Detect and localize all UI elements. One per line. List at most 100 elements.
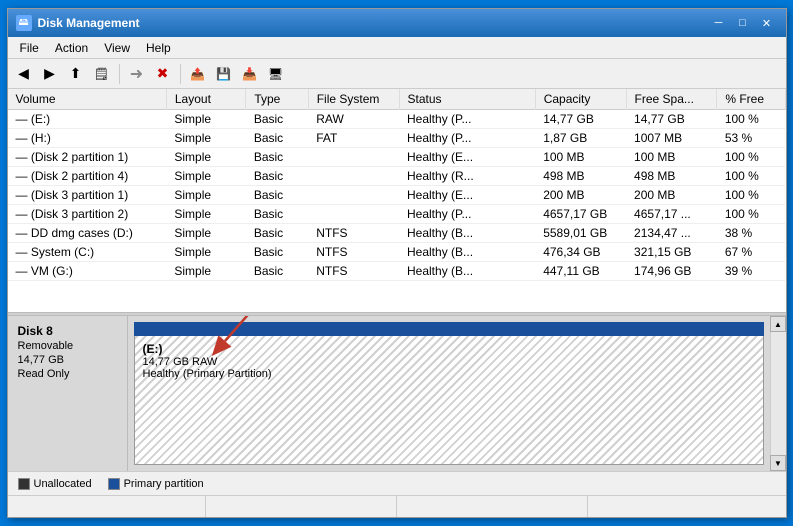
col-header-capacity[interactable]: Capacity <box>535 89 626 110</box>
menu-view[interactable]: View <box>96 39 138 57</box>
cell-layout: Simple <box>166 167 245 186</box>
legend-unallocated-label: Unallocated <box>34 478 92 490</box>
table-row[interactable]: — (H:) Simple Basic FAT Healthy (P... 1,… <box>8 129 786 148</box>
properties-button[interactable]: 🗒 <box>90 62 114 86</box>
cell-capacity: 4657,17 GB <box>535 205 626 224</box>
table-row[interactable]: — (Disk 2 partition 4) Simple Basic Heal… <box>8 167 786 186</box>
table-row[interactable]: — System (C:) Simple Basic NTFS Healthy … <box>8 243 786 262</box>
table-header-row: Volume Layout Type File System Status Ca… <box>8 89 786 110</box>
cell-layout: Simple <box>166 186 245 205</box>
cell-status: Healthy (B... <box>399 224 535 243</box>
export-button[interactable]: 📤 <box>186 62 210 86</box>
main-window: 🖴 Disk Management ─ □ ✕ File Action View… <box>7 8 787 518</box>
volume-table-body: — (E:) Simple Basic RAW Healthy (P... 14… <box>8 110 786 281</box>
col-header-type[interactable]: Type <box>246 89 308 110</box>
cell-free: 4657,17 ... <box>626 205 717 224</box>
partition-body[interactable]: (E:) 14,77 GB RAW Healthy (Primary Parti… <box>134 336 764 465</box>
menu-action[interactable]: Action <box>47 39 96 57</box>
table-row[interactable]: — DD dmg cases (D:) Simple Basic NTFS He… <box>8 224 786 243</box>
cell-status: Healthy (R... <box>399 167 535 186</box>
cell-free: 2134,47 ... <box>626 224 717 243</box>
arrow-button[interactable]: ➜ <box>125 62 149 86</box>
cell-capacity: 1,87 GB <box>535 129 626 148</box>
disk-visual-area: (E:) 14,77 GB RAW Healthy (Primary Parti… <box>128 316 770 471</box>
delete-button[interactable]: ✖ <box>151 62 175 86</box>
col-header-layout[interactable]: Layout <box>166 89 245 110</box>
cell-layout: Simple <box>166 224 245 243</box>
up-button[interactable]: ⬆ <box>64 62 88 86</box>
cell-status: Healthy (E... <box>399 186 535 205</box>
cell-pct: 100 % <box>717 205 785 224</box>
cell-status: Healthy (E... <box>399 148 535 167</box>
cell-capacity: 14,77 GB <box>535 110 626 129</box>
disk-size: 14,77 GB <box>18 354 117 366</box>
maximize-button[interactable]: □ <box>732 14 754 32</box>
status-seg-3 <box>397 496 588 517</box>
cell-fs: NTFS <box>308 243 399 262</box>
table-row[interactable]: — VM (G:) Simple Basic NTFS Healthy (B..… <box>8 262 786 281</box>
cell-type: Basic <box>246 262 308 281</box>
extra-button[interactable]: 📥 <box>238 62 262 86</box>
col-header-free[interactable]: Free Spa... <box>626 89 717 110</box>
table-row[interactable]: — (E:) Simple Basic RAW Healthy (P... 14… <box>8 110 786 129</box>
cell-status: Healthy (P... <box>399 110 535 129</box>
col-header-volume[interactable]: Volume <box>8 89 167 110</box>
scroll-down-arrow[interactable]: ▼ <box>770 455 786 471</box>
minimize-button[interactable]: ─ <box>708 14 730 32</box>
disk-type: Removable <box>18 340 117 352</box>
table-row[interactable]: — (Disk 3 partition 1) Simple Basic Heal… <box>8 186 786 205</box>
cell-type: Basic <box>246 186 308 205</box>
menu-bar: File Action View Help <box>8 37 786 59</box>
vertical-scrollbar[interactable]: ▲ ▼ <box>770 316 786 471</box>
forward-button[interactable]: ▶ <box>38 62 62 86</box>
cell-fs <box>308 167 399 186</box>
col-header-pct[interactable]: % Free <box>717 89 785 110</box>
cell-pct: 67 % <box>717 243 785 262</box>
scroll-track[interactable] <box>771 332 786 455</box>
cell-type: Basic <box>246 148 308 167</box>
title-bar: 🖴 Disk Management ─ □ ✕ <box>8 9 786 37</box>
cell-fs: NTFS <box>308 262 399 281</box>
close-button[interactable]: ✕ <box>756 14 778 32</box>
cell-layout: Simple <box>166 205 245 224</box>
table-row[interactable]: — (Disk 3 partition 2) Simple Basic Heal… <box>8 205 786 224</box>
cell-capacity: 498 MB <box>535 167 626 186</box>
cell-volume: — VM (G:) <box>8 262 167 281</box>
partition-size: 14,77 GB RAW <box>143 356 755 368</box>
cell-volume: — DD dmg cases (D:) <box>8 224 167 243</box>
menu-help[interactable]: Help <box>138 39 179 57</box>
table-row[interactable]: — (Disk 2 partition 1) Simple Basic Heal… <box>8 148 786 167</box>
partition-header-bar <box>134 322 764 336</box>
cell-free: 14,77 GB <box>626 110 717 129</box>
more-button[interactable]: 🖥 <box>264 62 288 86</box>
back-button[interactable]: ◀ <box>12 62 36 86</box>
cell-pct: 38 % <box>717 224 785 243</box>
import-button[interactable]: 💾 <box>212 62 236 86</box>
col-header-fs[interactable]: File System <box>308 89 399 110</box>
cell-status: Healthy (P... <box>399 129 535 148</box>
cell-pct: 39 % <box>717 262 785 281</box>
partition-status: Healthy (Primary Partition) <box>143 368 755 380</box>
disk-access: Read Only <box>18 368 117 380</box>
toolbar: ◀ ▶ ⬆ 🗒 ➜ ✖ 📤 💾 📥 🖥 <box>8 59 786 89</box>
cell-type: Basic <box>246 129 308 148</box>
status-bar <box>8 495 786 517</box>
disk-name: Disk 8 <box>18 324 117 338</box>
cell-layout: Simple <box>166 262 245 281</box>
legend-primary-box <box>108 478 120 490</box>
cell-free: 100 MB <box>626 148 717 167</box>
volume-table: Volume Layout Type File System Status Ca… <box>8 89 786 281</box>
menu-file[interactable]: File <box>12 39 47 57</box>
app-icon: 🖴 <box>16 15 32 31</box>
cell-status: Healthy (B... <box>399 262 535 281</box>
col-header-status[interactable]: Status <box>399 89 535 110</box>
disk-visual-pane: Disk 8 Removable 14,77 GB Read Only (E:)… <box>8 316 786 471</box>
toolbar-separator-2 <box>180 64 181 84</box>
status-seg-4 <box>588 496 778 517</box>
toolbar-separator-1 <box>119 64 120 84</box>
scroll-up-arrow[interactable]: ▲ <box>770 316 786 332</box>
legend-primary: Primary partition <box>108 478 204 490</box>
cell-pct: 100 % <box>717 186 785 205</box>
window-title: Disk Management <box>38 16 708 30</box>
volume-table-pane[interactable]: Volume Layout Type File System Status Ca… <box>8 89 786 312</box>
